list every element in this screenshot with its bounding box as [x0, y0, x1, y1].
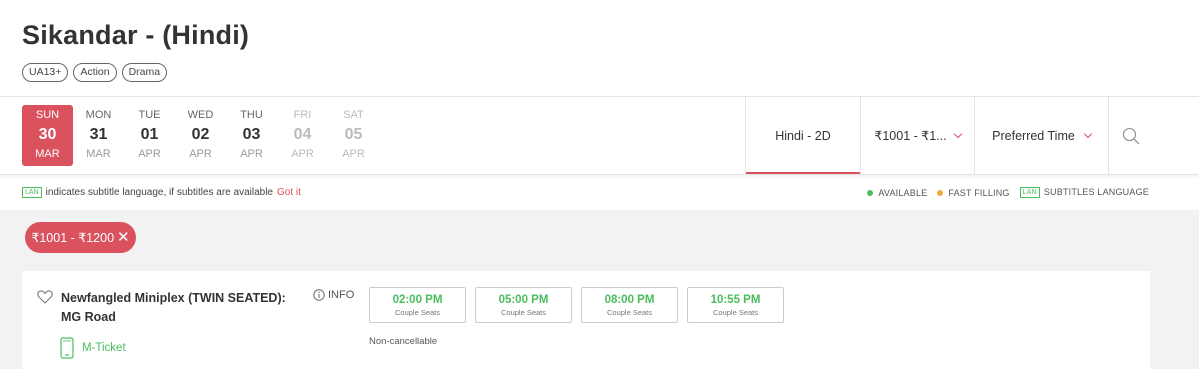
- date-day: 30: [38, 126, 57, 143]
- date-day: 03: [242, 126, 261, 143]
- showtime-time: 08:00 PM: [604, 294, 655, 306]
- date-day: 31: [89, 126, 108, 143]
- close-icon[interactable]: ✕: [117, 230, 130, 245]
- showtime-seat-type: Couple Seats: [606, 308, 653, 317]
- showtime-button[interactable]: 05:00 PM Couple Seats: [475, 287, 572, 323]
- showtime-time: 02:00 PM: [392, 294, 443, 306]
- date-dow: THU: [240, 109, 263, 121]
- legend-fast-filling-label: FAST FILLING: [948, 188, 1010, 198]
- date-month: APR: [291, 148, 314, 160]
- date-dow: TUE: [138, 109, 161, 121]
- info-label: INFO: [328, 289, 355, 301]
- cinema-name[interactable]: Newfangled Miniplex (TWIN SEATED): MG Ro…: [61, 289, 291, 327]
- chevron-down-icon: [1083, 129, 1093, 138]
- date-item-sun-30[interactable]: SUN 30 MAR: [22, 105, 73, 166]
- date-item-tue-01[interactable]: TUE 01 APR: [124, 105, 175, 166]
- showtime-button[interactable]: 02:00 PM Couple Seats: [369, 287, 466, 323]
- preferred-time-label: Preferred Time: [992, 128, 1075, 143]
- chevron-down-icon: [953, 129, 962, 138]
- date-dow: SUN: [35, 109, 60, 121]
- legend-fast-filling: FAST FILLING: [937, 188, 1009, 198]
- showtimes-area: ₹1001 - ₹1200 ✕ Newfangled Miniplex (TWI…: [0, 210, 1199, 369]
- date-selector: SUN 30 MAR MON 31 MAR TUE 01 APR WED 02 …: [0, 97, 379, 174]
- search-icon: [1122, 127, 1140, 144]
- cinema-card: Newfangled Miniplex (TWIN SEATED): MG Ro…: [22, 271, 1150, 369]
- genre-tag-action: Action: [73, 63, 117, 82]
- subtitle-note: LAN indicates subtitle language, if subti…: [22, 187, 301, 199]
- filter-controls: Hindi - 2D ₹1001 - ₹1... Preferred Time: [745, 97, 1153, 174]
- legend-available-label: AVAILABLE: [878, 188, 928, 198]
- movie-title: Sikandar - (Hindi): [22, 20, 250, 50]
- date-day: 02: [191, 126, 210, 143]
- preferred-time-dropdown[interactable]: Preferred Time: [974, 97, 1109, 174]
- green-dot-icon: [867, 190, 874, 196]
- subtitle-note-text: indicates subtitle language, if subtitle…: [45, 187, 273, 198]
- mticket-badge: M-Ticket: [60, 337, 126, 359]
- date-item-sat-05: SAT 05 APR: [328, 105, 379, 166]
- got-it-link[interactable]: Got it: [277, 187, 301, 198]
- date-item-wed-02[interactable]: WED 02 APR: [175, 105, 226, 166]
- date-month: APR: [240, 148, 263, 160]
- price-filter-label: ₹1001 - ₹1...: [874, 129, 947, 143]
- date-dow: SAT: [343, 109, 364, 121]
- showtime-button[interactable]: 08:00 PM Couple Seats: [581, 287, 678, 323]
- lan-badge-icon: LAN: [1019, 187, 1040, 198]
- date-month: APR: [342, 148, 365, 160]
- showtime-seat-type: Couple Seats: [500, 308, 547, 317]
- date-item-mon-31[interactable]: MON 31 MAR: [73, 105, 124, 166]
- date-month: APR: [138, 148, 161, 160]
- legend-subtitles: LAN SUBTITLES LANGUAGE: [1019, 187, 1149, 199]
- legend-available: AVAILABLE: [867, 188, 927, 198]
- movie-tags: UA13+ Action Drama: [22, 63, 1177, 82]
- date-month: APR: [189, 148, 212, 160]
- mticket-label: M-Ticket: [82, 342, 126, 354]
- date-month: MAR: [86, 148, 111, 160]
- showtime-time: 10:55 PM: [710, 294, 761, 306]
- price-filter-dropdown[interactable]: ₹1001 - ₹1...: [860, 97, 974, 174]
- date-day: 04: [293, 126, 312, 143]
- format-filter-label: Hindi - 2D: [775, 128, 831, 143]
- lan-badge-icon: LAN: [22, 187, 42, 198]
- certificate-tag: UA13+: [22, 63, 69, 82]
- cinema-info-button[interactable]: INFO: [313, 289, 354, 301]
- date-day: 05: [344, 126, 363, 143]
- date-day: 01: [140, 126, 159, 143]
- date-item-thu-03[interactable]: THU 03 APR: [226, 105, 277, 166]
- mobile-phone-icon: [60, 337, 74, 359]
- date-month: MAR: [35, 148, 60, 160]
- date-filter-bar: SUN 30 MAR MON 31 MAR TUE 01 APR WED 02 …: [0, 97, 1199, 175]
- showtime-seat-type: Couple Seats: [712, 308, 759, 317]
- showtime-list: 02:00 PM Couple Seats 05:00 PM Couple Se…: [369, 287, 784, 323]
- availability-legend: AVAILABLE FAST FILLING LAN SUBTITLES LANG…: [867, 187, 1149, 199]
- format-filter[interactable]: Hindi - 2D: [745, 97, 860, 174]
- showtime-time: 05:00 PM: [498, 294, 549, 306]
- info-icon: [313, 289, 325, 301]
- cancellation-note: Non-cancellable: [369, 336, 438, 347]
- subtitle-info-bar: LAN indicates subtitle language, if subti…: [0, 176, 1199, 210]
- genre-tag-drama: Drama: [121, 63, 168, 82]
- movie-header: Sikandar - (Hindi) UA13+ Action Drama: [0, 0, 1199, 97]
- legend-subtitles-label: SUBTITLES LANGUAGE: [1043, 187, 1149, 197]
- date-dow: MON: [85, 109, 112, 121]
- search-button[interactable]: [1109, 97, 1153, 174]
- price-chip-label: ₹1001 - ₹1200: [31, 231, 115, 245]
- date-dow: FRI: [293, 109, 312, 121]
- heart-icon[interactable]: [37, 290, 53, 304]
- active-price-filter-chip[interactable]: ₹1001 - ₹1200 ✕: [25, 222, 136, 253]
- showtime-button[interactable]: 10:55 PM Couple Seats: [687, 287, 784, 323]
- date-dow: WED: [187, 109, 214, 121]
- date-item-fri-04: FRI 04 APR: [277, 105, 328, 166]
- showtime-seat-type: Couple Seats: [394, 308, 441, 317]
- orange-dot-icon: [937, 190, 944, 196]
